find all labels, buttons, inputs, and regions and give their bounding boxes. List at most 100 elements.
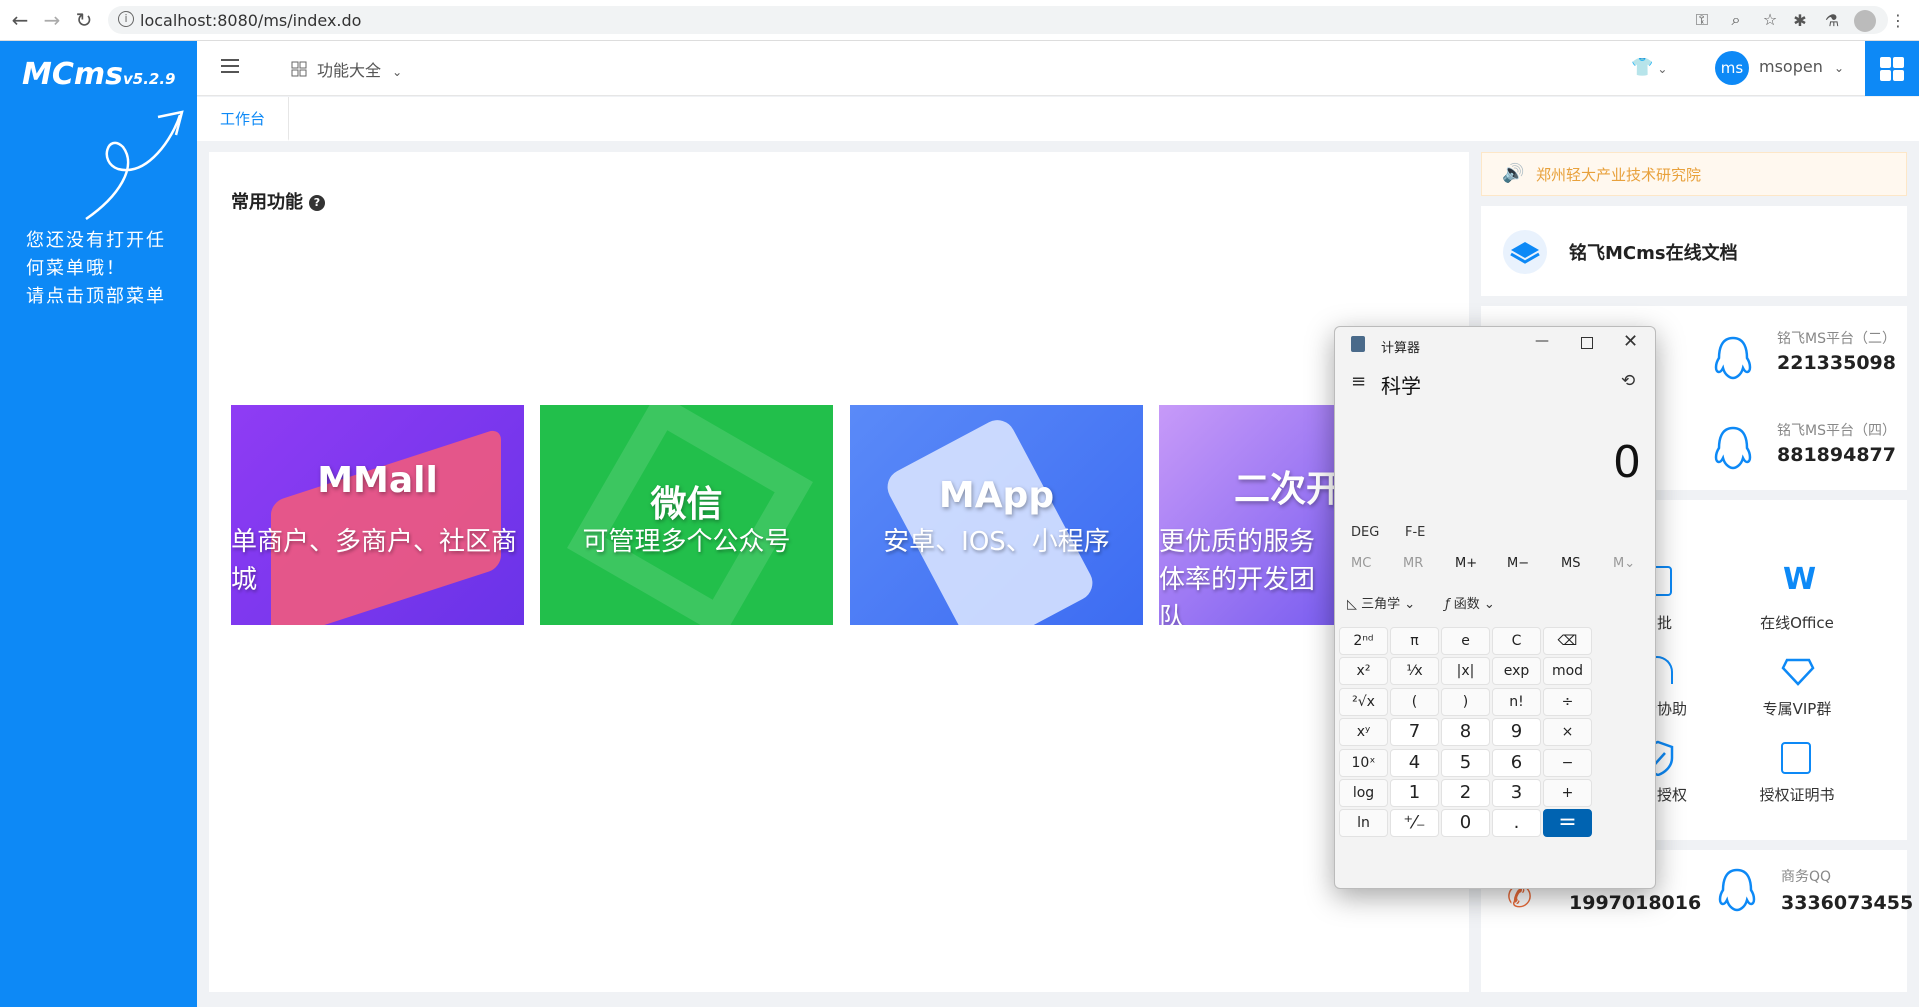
plus-button[interactable]: +	[1543, 779, 1592, 807]
qq-group-number[interactable]: 221335098	[1777, 352, 1896, 374]
reload-icon[interactable]: ↻	[72, 8, 96, 32]
tool-label[interactable]: 专属VIP群	[1747, 698, 1847, 719]
qq-group-label: 铭飞MS平台（二）	[1777, 331, 1896, 347]
help-icon[interactable]: ?	[309, 195, 325, 211]
notice-text[interactable]: 郑州轻大产业技术研究院	[1536, 164, 1701, 185]
memory-recall-button[interactable]: MR	[1403, 556, 1423, 571]
memory-clear-button[interactable]: MC	[1351, 556, 1371, 571]
digit-4-button[interactable]: 4	[1390, 748, 1439, 777]
menu-toggle-icon[interactable]	[221, 59, 239, 73]
star-icon[interactable]: ☆	[1760, 10, 1780, 30]
backspace-button[interactable]: ⌫	[1543, 627, 1592, 655]
logo-version: v5.2.9	[123, 70, 176, 88]
log-button[interactable]: log	[1339, 779, 1388, 807]
qq-group-number[interactable]: 881894877	[1777, 444, 1896, 466]
business-qq-number[interactable]: 3336073455	[1781, 892, 1913, 914]
ten-power-button[interactable]: 10ˣ	[1339, 748, 1388, 777]
second-button[interactable]: 2ⁿᵈ	[1339, 627, 1388, 655]
skin-icon[interactable]: 👕 ⌄	[1631, 57, 1667, 78]
hint-line: 何菜单哦！	[26, 258, 126, 279]
pi-button[interactable]: π	[1390, 627, 1439, 655]
more-menu-icon[interactable]: ⋮	[1888, 11, 1908, 31]
info-icon[interactable]: i	[118, 11, 134, 27]
equals-button[interactable]: =	[1543, 809, 1592, 838]
power-button[interactable]: xʸ	[1339, 718, 1388, 747]
tab-workbench[interactable]: 工作台	[197, 97, 289, 141]
open-paren-button[interactable]: (	[1390, 687, 1439, 716]
zoom-icon[interactable]: ⌕	[1726, 10, 1746, 30]
top-header: 功能大全 ⌄ 👕 ⌄ ms msopen ⌄	[197, 41, 1919, 96]
ln-button[interactable]: ln	[1339, 809, 1388, 838]
digit-8-button[interactable]: 8	[1441, 718, 1490, 747]
user-menu[interactable]: msopen ⌄	[1759, 57, 1844, 76]
memory-subtract-button[interactable]: M−	[1507, 556, 1529, 571]
digit-7-button[interactable]: 7	[1390, 718, 1439, 747]
memory-add-button[interactable]: M+	[1455, 556, 1477, 571]
doc-panel[interactable]: 铭飞MCms在线文档	[1481, 206, 1907, 296]
maximize-icon[interactable]	[1581, 337, 1593, 349]
diamond-icon[interactable]	[1781, 656, 1815, 686]
square-button[interactable]: x²	[1339, 657, 1388, 686]
avatar[interactable]: ms	[1715, 51, 1749, 85]
lab-icon[interactable]: ⚗	[1822, 11, 1842, 31]
address-bar[interactable]: i localhost:8080/ms/index.do ⚿ ⌕ ☆	[108, 6, 1888, 34]
mod-button[interactable]: mod	[1543, 657, 1592, 686]
minimize-icon[interactable]: —	[1535, 333, 1549, 349]
fe-toggle[interactable]: F-E	[1405, 525, 1425, 540]
negate-button[interactable]: ⁺⁄₋	[1390, 809, 1439, 838]
key-icon[interactable]: ⚿	[1692, 10, 1712, 30]
card-subtitle: 更优质的服务体率的开发团队	[1159, 527, 1316, 625]
office-icon[interactable]: W	[1783, 562, 1816, 597]
digit-2-button[interactable]: 2	[1441, 779, 1490, 807]
reciprocal-button[interactable]: ¹⁄x	[1390, 657, 1439, 686]
card-title: MApp	[938, 475, 1055, 516]
digit-3-button[interactable]: 3	[1492, 779, 1541, 807]
digit-6-button[interactable]: 6	[1492, 748, 1541, 777]
username: msopen	[1759, 57, 1823, 76]
card-development[interactable]: 二次开 更优质的服务体率的开发团队	[1159, 405, 1339, 625]
logo[interactable]: MCmsv5.2.9	[22, 57, 176, 92]
card-wechat[interactable]: 微信 可管理多个公众号	[540, 405, 833, 625]
clear-button[interactable]: C	[1492, 627, 1541, 655]
factorial-button[interactable]: n!	[1492, 687, 1541, 716]
tool-label[interactable]: 在线Office	[1747, 612, 1847, 633]
divide-button[interactable]: ÷	[1543, 687, 1592, 716]
card-mmall[interactable]: MMall 单商户、多商户、社区商城	[231, 405, 524, 625]
forward-icon[interactable]: →	[40, 8, 64, 32]
e-button[interactable]: e	[1441, 627, 1490, 655]
decimal-button[interactable]: .	[1492, 809, 1541, 838]
url-text[interactable]: localhost:8080/ms/index.do	[140, 11, 361, 30]
certificate-icon[interactable]	[1781, 742, 1811, 774]
phone-number[interactable]: 1997018016	[1569, 892, 1701, 914]
function-menu-label: 功能大全	[317, 61, 382, 80]
main-panel: 常用功能? MMall 单商户、多商户、社区商城 微信 可管理多个公众号 MAp…	[209, 152, 1469, 992]
apps-button[interactable]	[1865, 41, 1919, 96]
grid-icon[interactable]	[291, 61, 307, 77]
back-icon[interactable]: ←	[8, 8, 32, 32]
digit-9-button[interactable]: 9	[1492, 718, 1541, 747]
digit-0-button[interactable]: 0	[1441, 809, 1490, 838]
minus-button[interactable]: −	[1543, 748, 1592, 777]
exp-button[interactable]: exp	[1492, 657, 1541, 686]
memory-store-button[interactable]: MS	[1561, 556, 1580, 571]
digit-5-button[interactable]: 5	[1441, 748, 1490, 777]
deg-toggle[interactable]: DEG	[1351, 525, 1379, 540]
sqrt-button[interactable]: ²√x	[1339, 687, 1388, 716]
close-paren-button[interactable]: )	[1441, 687, 1490, 716]
card-subtitle: 单商户、多商户、社区商城	[231, 527, 518, 595]
tool-label[interactable]: 授权证明书	[1747, 784, 1847, 805]
function-menu[interactable]: 功能大全 ⌄	[317, 57, 402, 81]
calculator-window: 计算器 — ✕ ≡ 科学 ⟲ 0 DEG F-E MC MR M+ M− MS …	[1334, 326, 1656, 889]
close-icon[interactable]: ✕	[1623, 331, 1638, 352]
extensions-icon[interactable]: ✱	[1790, 11, 1810, 31]
memory-list-button[interactable]: M⌄	[1613, 556, 1635, 571]
profile-icon[interactable]	[1854, 10, 1876, 32]
multiply-button[interactable]: ×	[1543, 718, 1592, 747]
digit-1-button[interactable]: 1	[1390, 779, 1439, 807]
trig-dropdown[interactable]: ◺ 三角学 ⌄	[1347, 593, 1415, 612]
function-dropdown[interactable]: ƒ 函数 ⌄	[1445, 593, 1495, 612]
history-icon[interactable]: ⟲	[1621, 371, 1635, 391]
hamburger-icon[interactable]: ≡	[1351, 371, 1366, 392]
card-mapp[interactable]: MApp 安卓、IOS、小程序	[850, 405, 1143, 625]
abs-button[interactable]: |x|	[1441, 657, 1490, 686]
